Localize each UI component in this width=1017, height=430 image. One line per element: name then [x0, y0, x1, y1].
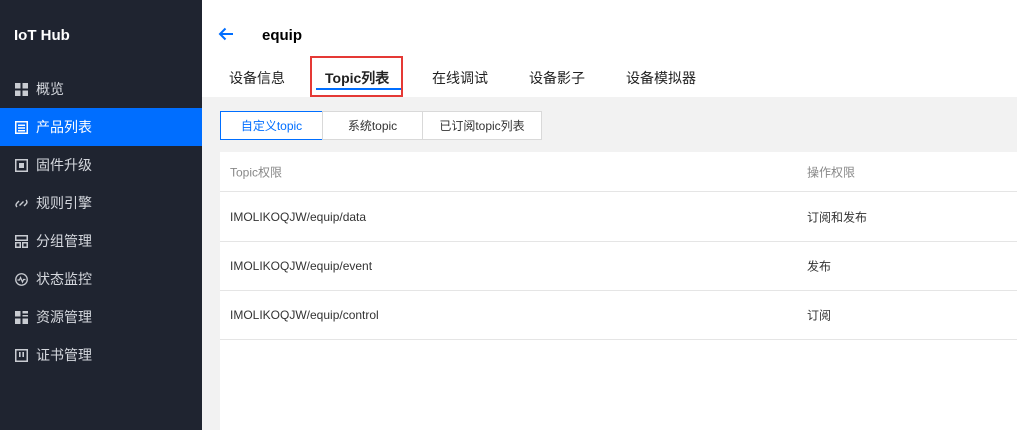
sidebar-item-label: 产品列表 — [36, 119, 92, 135]
table-header: Topic权限 操作权限 — [220, 152, 1017, 192]
topic-name: IMOLIKOQJW/equip/control — [230, 308, 379, 322]
tab-online-debug[interactable]: 在线调试 — [432, 68, 488, 88]
sidebar-item-firmware[interactable]: 固件升级 — [0, 146, 202, 184]
column-header-permission: 操作权限 — [807, 165, 856, 179]
sidebar-item-groups[interactable]: 分组管理 — [0, 222, 202, 260]
page-title: equip — [262, 27, 302, 44]
topic-permission: 订阅和发布 — [807, 210, 868, 225]
sidebar-item-certificates[interactable]: 证书管理 — [0, 336, 202, 374]
certificate-icon — [15, 348, 28, 362]
sidebar-item-products[interactable]: 产品列表 — [0, 108, 202, 146]
list-icon — [15, 120, 28, 134]
table-row: IMOLIKOQJW/equip/data 订阅和发布 — [220, 193, 1017, 242]
topic-permission: 发布 — [807, 259, 832, 274]
device-header: equip 设备信息 Topic列表 在线调试 设备影子 设备模拟器 — [202, 0, 1017, 97]
sidebar-item-label: 分组管理 — [36, 233, 92, 249]
subtab-system-topic[interactable]: 系统topic — [322, 111, 423, 140]
subtab-subscribed-topics[interactable]: 已订阅topic列表 — [422, 111, 542, 140]
sidebar-item-rules[interactable]: 规则引擎 — [0, 184, 202, 222]
tab-device-shadow[interactable]: 设备影子 — [529, 68, 585, 88]
sidebar-item-overview[interactable]: 概览 — [0, 70, 202, 108]
app-title: IoT Hub — [14, 26, 70, 44]
sidebar-item-monitor[interactable]: 状态监控 — [0, 260, 202, 298]
sidebar: IoT Hub 概览 产品列表 固件升级 规则引擎 分组管理 状态监控 资源管理… — [0, 0, 202, 430]
main-content: equip 设备信息 Topic列表 在线调试 设备影子 设备模拟器 自定义to… — [202, 0, 1017, 430]
sidebar-item-resources[interactable]: 资源管理 — [0, 298, 202, 336]
upgrade-icon — [15, 158, 28, 172]
tab-device-simulator[interactable]: 设备模拟器 — [626, 68, 696, 88]
arrow-left-icon[interactable] — [218, 26, 234, 42]
sidebar-item-label: 概览 — [36, 81, 64, 97]
table-row: IMOLIKOQJW/equip/event 发布 — [220, 242, 1017, 291]
sidebar-item-label: 证书管理 — [36, 347, 92, 363]
topic-table: Topic权限 操作权限 IMOLIKOQJW/equip/data 订阅和发布… — [220, 152, 1017, 430]
topic-permission: 订阅 — [807, 308, 832, 323]
monitor-icon — [15, 272, 28, 286]
column-header-topic: Topic权限 — [230, 165, 283, 179]
sidebar-item-label: 规则引擎 — [36, 195, 92, 211]
sidebar-item-label: 状态监控 — [36, 271, 92, 287]
topic-name: IMOLIKOQJW/equip/event — [230, 259, 373, 273]
highlight-box — [310, 56, 403, 97]
table-row: IMOLIKOQJW/equip/control 订阅 — [220, 291, 1017, 340]
link-icon — [15, 197, 28, 210]
grid-icon — [15, 82, 28, 96]
resource-icon — [15, 310, 28, 324]
subtab-custom-topic[interactable]: 自定义topic — [220, 111, 323, 140]
tab-device-info[interactable]: 设备信息 — [229, 68, 285, 88]
group-icon — [15, 234, 28, 248]
sidebar-item-label: 资源管理 — [36, 309, 92, 325]
sidebar-item-label: 固件升级 — [36, 157, 92, 173]
topic-name: IMOLIKOQJW/equip/data — [230, 210, 367, 224]
